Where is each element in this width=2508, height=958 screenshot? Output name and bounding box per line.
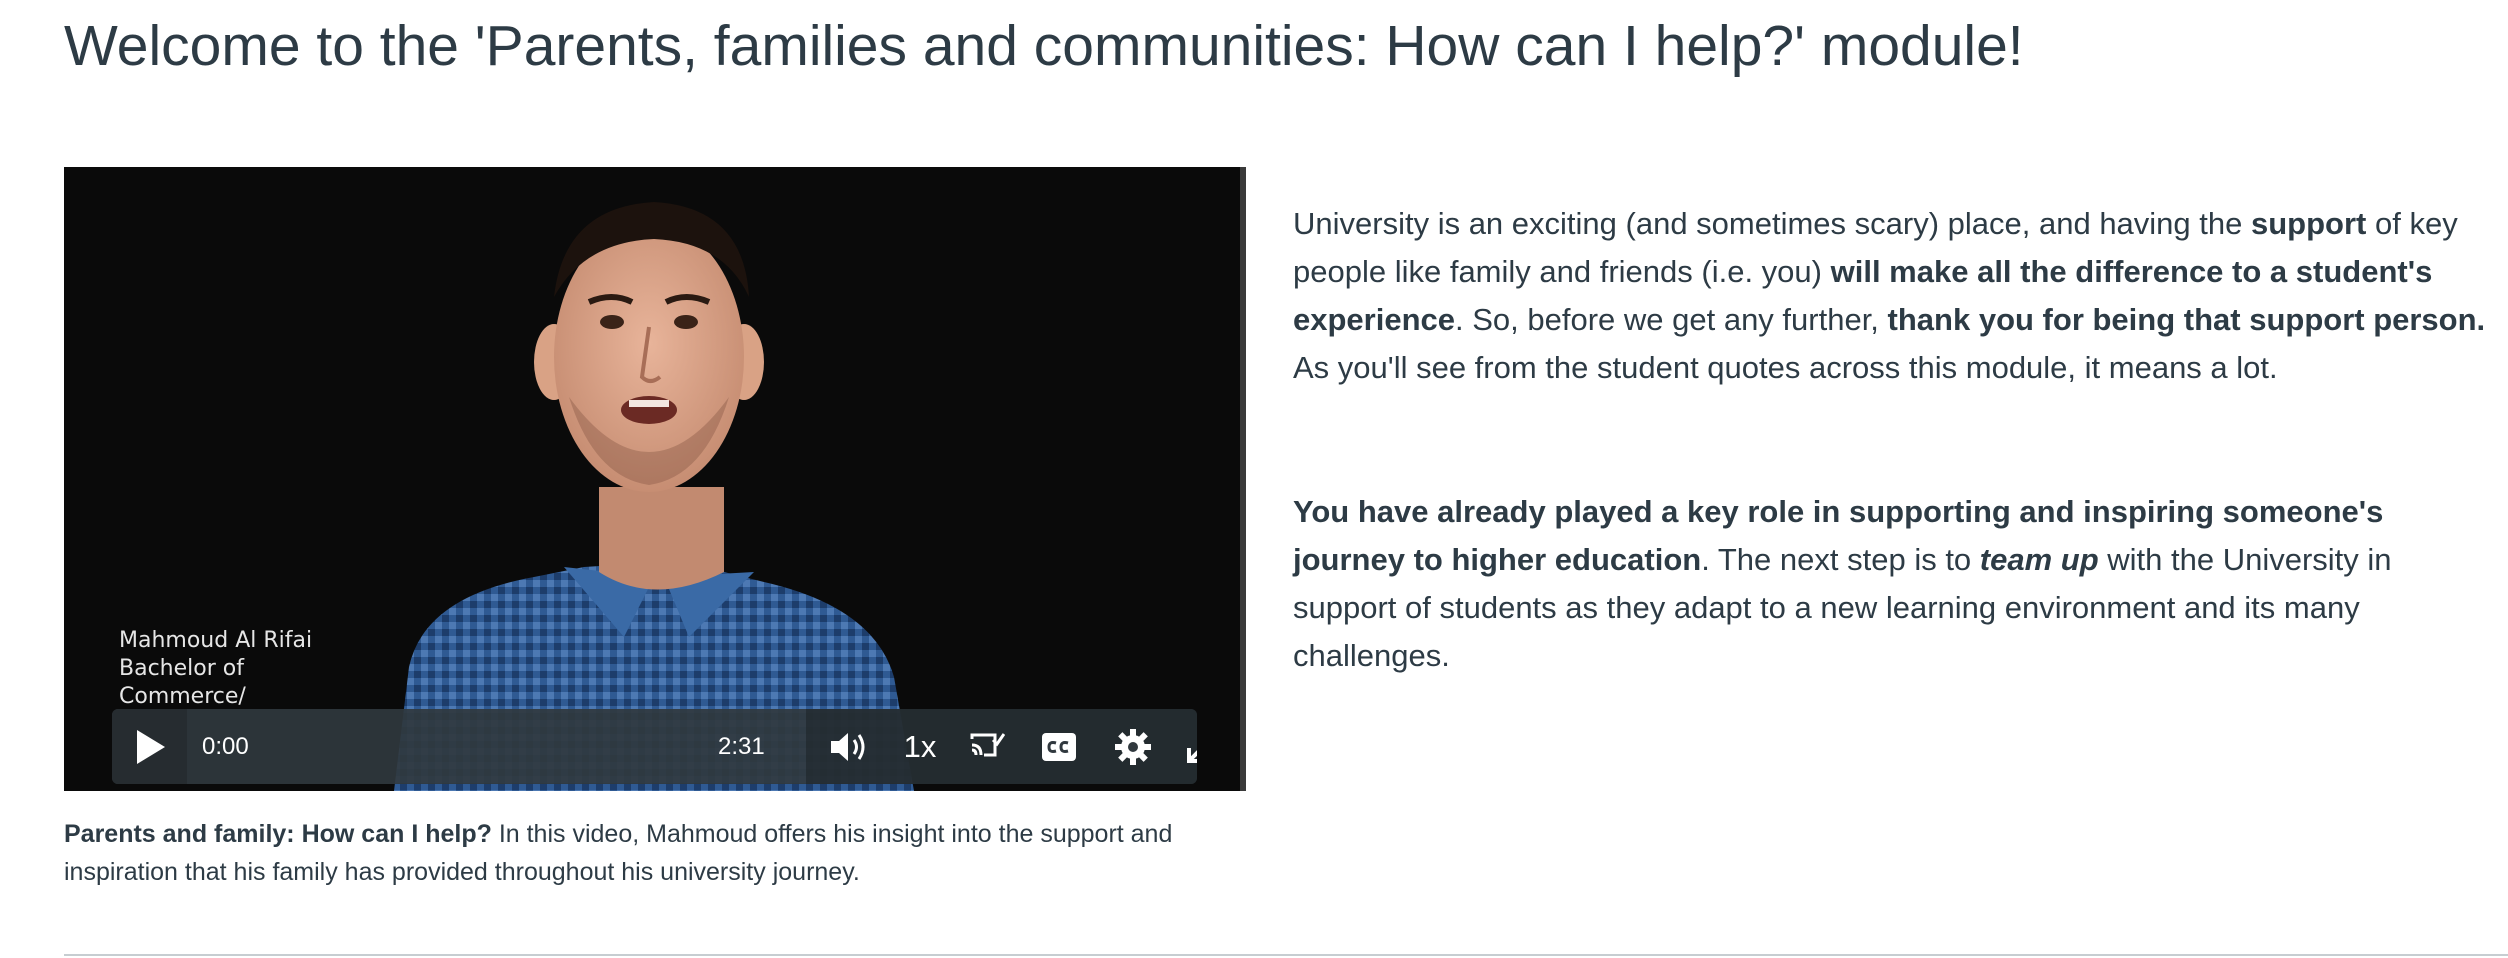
- intro-paragraph-1: University is an exciting (and sometimes…: [1293, 200, 2493, 392]
- overlay-line: Bachelor of: [119, 656, 244, 681]
- page-title: Welcome to the 'Parents, families and co…: [64, 14, 2024, 78]
- closed-captions-button[interactable]: [1034, 709, 1084, 784]
- text-run: . The next step is to: [1701, 542, 1980, 577]
- caption-title: Parents and family: How can I help?: [64, 820, 492, 848]
- video-controls-bar: 0:00 2:31 1x: [112, 709, 1197, 784]
- video-caption: Parents and family: How can I help? In t…: [64, 815, 1264, 891]
- intro-paragraph-2: You have already played a key role in su…: [1293, 488, 2493, 680]
- overlay-line: Mahmoud Al Rifai: [119, 628, 313, 653]
- duration: 2:31: [718, 732, 765, 760]
- speaker-name-overlay: Mahmoud Al Rifai Bachelor of Commerce/: [119, 627, 349, 711]
- section-divider: [64, 954, 2508, 956]
- text-run: University is an exciting (and sometimes…: [1293, 206, 2251, 241]
- gear-icon: [1115, 728, 1151, 765]
- fullscreen-icon: [1187, 747, 1197, 763]
- closed-captions-icon: [1042, 732, 1076, 761]
- volume-icon: [831, 732, 865, 761]
- bold-run: support: [2251, 206, 2367, 241]
- text-run: As you'll see from the student quotes ac…: [1293, 350, 2278, 385]
- bold-run: thank you for being that support person.: [1887, 302, 2486, 337]
- play-button[interactable]: [112, 709, 187, 784]
- video-player[interactable]: Mahmoud Al Rifai Bachelor of Commerce/ 0…: [64, 167, 1246, 791]
- volume-button[interactable]: [824, 709, 874, 784]
- cast-button[interactable]: [962, 709, 1012, 784]
- playback-speed-button[interactable]: 1x: [890, 709, 950, 784]
- fullscreen-button[interactable]: [1178, 709, 1197, 784]
- video-edge: [1240, 167, 1246, 791]
- overlay-line: Commerce/: [119, 684, 246, 709]
- cast-icon: [970, 732, 1005, 756]
- current-time: 0:00: [202, 732, 249, 760]
- text-run: . So, before we get any further,: [1455, 302, 1888, 337]
- settings-button[interactable]: [1108, 709, 1158, 784]
- bold-italic-run: team up: [1979, 542, 2099, 577]
- play-icon: [136, 729, 165, 764]
